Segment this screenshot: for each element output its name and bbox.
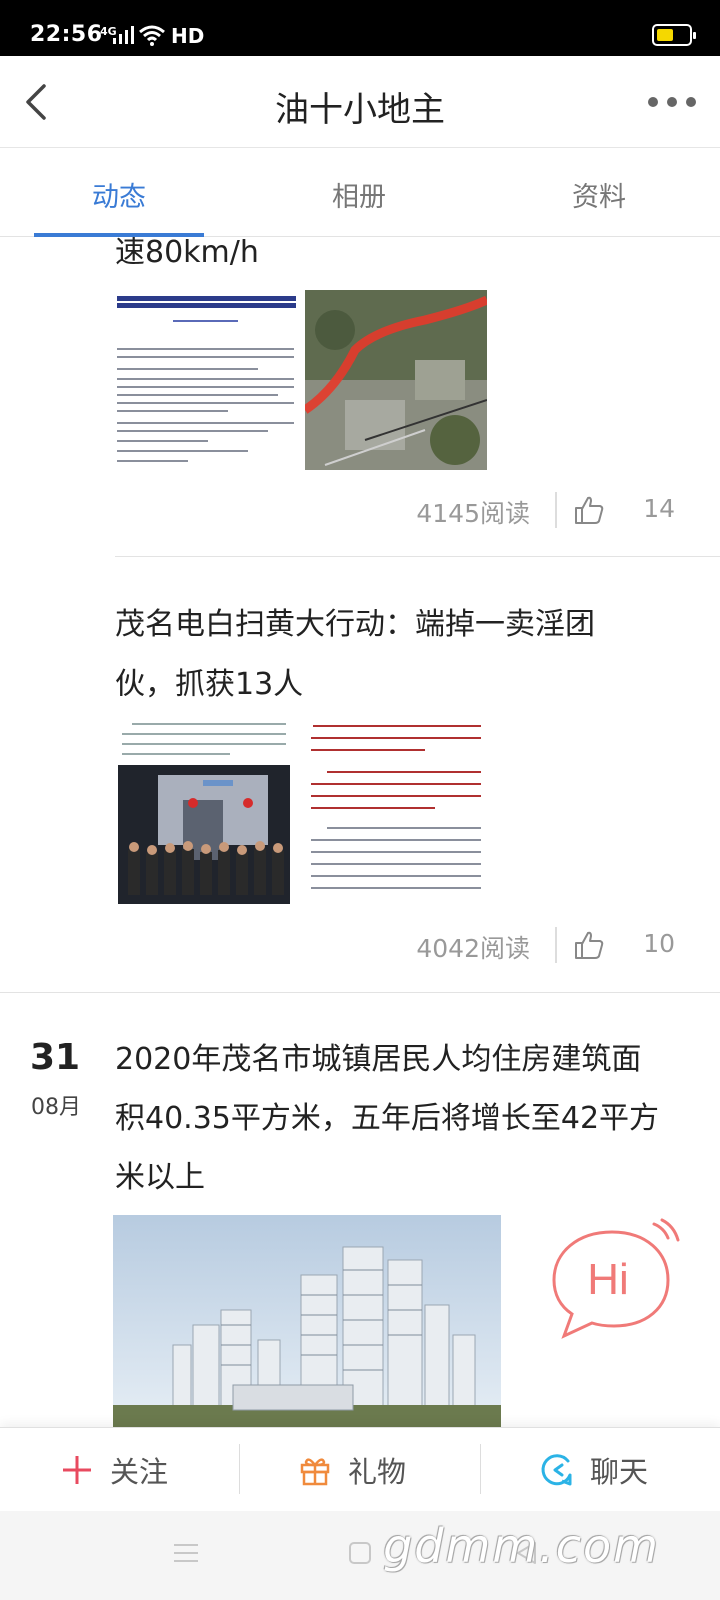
watermark: gdmm.com xyxy=(383,1519,660,1573)
gift-button[interactable]: 礼物 xyxy=(298,1446,406,1494)
like-count: 14 xyxy=(643,494,675,523)
read-count: 4145阅读 xyxy=(416,499,530,528)
dot-icon xyxy=(648,97,658,107)
follow-label: 关注 xyxy=(110,1455,169,1489)
post-image[interactable] xyxy=(118,719,290,904)
gift-icon xyxy=(300,1458,330,1486)
thumbs-up-icon[interactable] xyxy=(573,929,605,961)
status-bar: 22:56 4G HD xyxy=(0,0,720,56)
thumbs-up-icon[interactable] xyxy=(573,494,605,526)
post-title-line[interactable]: 茂名电白扫黄大行动：端掉一卖淫团 xyxy=(115,597,675,653)
plus-icon xyxy=(63,1456,91,1484)
hi-label: Hi xyxy=(587,1255,629,1304)
signal-icon xyxy=(113,26,134,44)
post-stats: 4145阅读 14 xyxy=(115,492,675,532)
like-count: 10 xyxy=(643,929,675,958)
page-title: 油十小地主 xyxy=(275,90,445,130)
wifi-icon xyxy=(139,25,165,46)
follow-button[interactable]: 关注 xyxy=(60,1446,168,1494)
tab-album[interactable]: 相册 xyxy=(274,175,444,214)
chat-icon xyxy=(541,1454,572,1486)
post-date-month: 08月 xyxy=(31,1095,81,1120)
date-group-divider xyxy=(0,992,720,993)
system-nav-bar: gdmm.com xyxy=(0,1511,720,1600)
tab-profile-info[interactable]: 资料 xyxy=(514,175,684,214)
post-title-line[interactable]: 积40.35平方米，五年后将增长至42平方 xyxy=(115,1091,675,1147)
dot-icon xyxy=(667,97,677,107)
post-stats: 4042阅读 10 xyxy=(115,927,675,967)
hd-indicator: HD xyxy=(171,24,205,48)
post-divider xyxy=(115,556,720,557)
tab-dynamics[interactable]: 动态 xyxy=(34,175,204,214)
profile-tabs: 动态 相册 资料 xyxy=(0,149,720,237)
post-title-line[interactable]: 伙，抓获13人 xyxy=(115,657,675,713)
stats-divider xyxy=(555,927,557,963)
post-text[interactable]: 速80km/h xyxy=(115,237,675,281)
post-title-line[interactable]: 米以上 xyxy=(115,1150,675,1206)
stats-divider xyxy=(555,492,557,528)
menu-icon[interactable] xyxy=(174,1543,198,1563)
dot-icon xyxy=(686,97,696,107)
action-divider xyxy=(480,1444,481,1494)
status-time: 22:56 xyxy=(30,22,103,47)
chat-label: 聊天 xyxy=(590,1455,649,1489)
chat-button[interactable]: 聊天 xyxy=(540,1446,648,1494)
bottom-action-bar: 关注 礼物 聊天 xyxy=(0,1427,720,1511)
post-image[interactable] xyxy=(307,719,485,904)
more-options-button[interactable] xyxy=(648,90,696,114)
post-title-line[interactable]: 2020年茂名市城镇居民人均住房建筑面 xyxy=(115,1032,675,1088)
post-image[interactable] xyxy=(113,290,298,470)
action-divider xyxy=(239,1444,240,1494)
read-count: 4042阅读 xyxy=(416,934,530,963)
post-map-image[interactable] xyxy=(305,290,487,470)
gift-label: 礼物 xyxy=(348,1455,407,1489)
post-image-buildings[interactable] xyxy=(113,1215,501,1427)
post-date-day: 31 xyxy=(30,1037,81,1078)
app-header: 油十小地主 xyxy=(0,56,720,148)
battery-icon xyxy=(652,24,696,46)
hi-chat-bubble[interactable]: Hi xyxy=(542,1218,682,1340)
home-icon[interactable] xyxy=(348,1541,372,1565)
